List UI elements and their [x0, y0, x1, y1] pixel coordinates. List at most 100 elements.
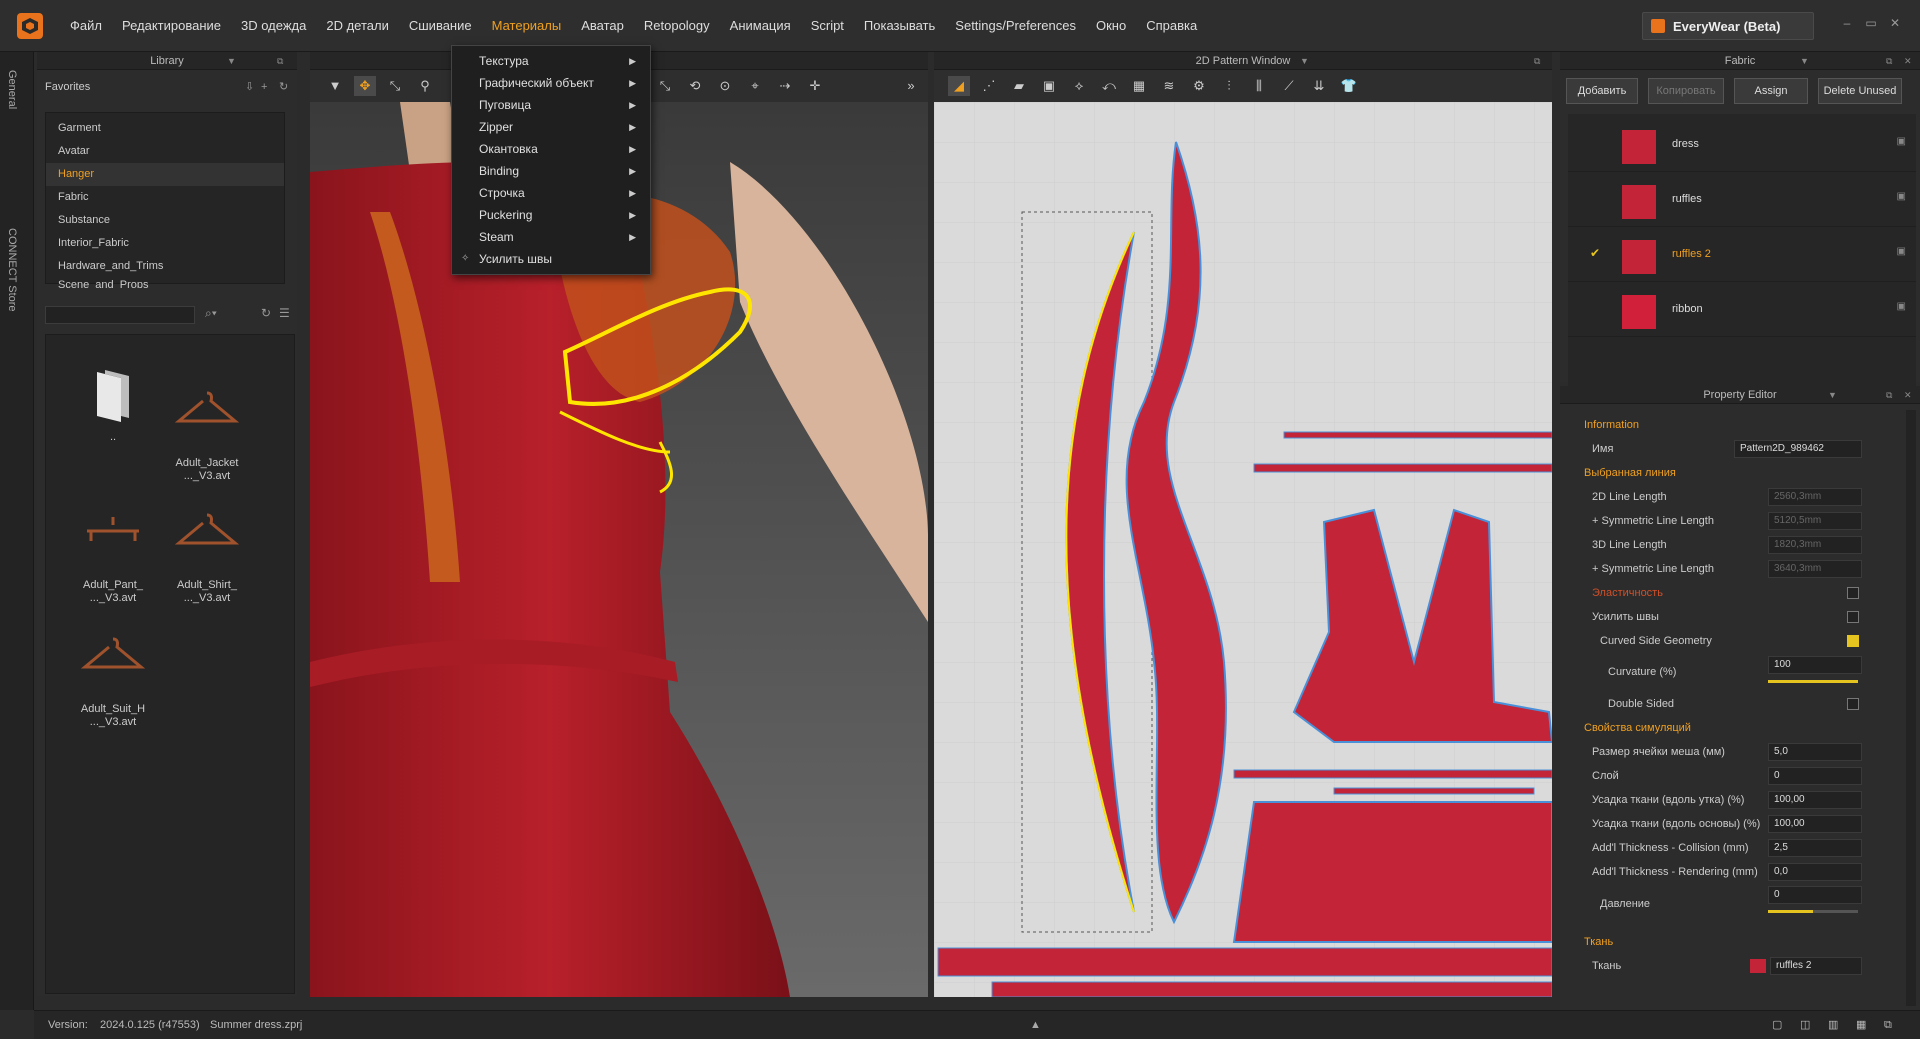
layout-grid-icon[interactable]: ▦ — [1856, 1011, 1866, 1039]
favorite-avatar[interactable]: Avatar — [46, 140, 284, 163]
file-item[interactable]: .. — [68, 365, 158, 444]
curvature-slider[interactable] — [1768, 680, 1858, 683]
tab-general[interactable]: General — [6, 70, 18, 109]
section-information[interactable]: Information — [1560, 413, 1900, 437]
list-view-icon[interactable]: ☰ — [279, 306, 290, 320]
menu-item-button[interactable]: Пуговица ▶ — [452, 94, 650, 116]
undock-icon[interactable]: ⧉ — [277, 52, 283, 70]
tool-icon[interactable]: ⇢ — [774, 76, 796, 96]
tool-icon[interactable]: ⤡ — [654, 76, 676, 96]
transform-tool-icon[interactable]: ⤡ — [384, 76, 406, 96]
file-item[interactable]: Adult_Suit_H ..._V3.avt — [68, 611, 158, 742]
expand-toolbar-icon[interactable]: » — [900, 76, 922, 96]
shrink-warp-field[interactable]: 100,00 — [1768, 815, 1862, 833]
maximize-icon[interactable]: ▭ — [1862, 14, 1880, 32]
menu-display[interactable]: Показывать — [854, 0, 945, 52]
pressure-slider[interactable] — [1768, 910, 1858, 913]
menu-item-steam[interactable]: Steam ▶ — [452, 226, 650, 248]
file-item[interactable]: Adult_Jacket ..._V3.avt — [162, 365, 252, 496]
tool-icon[interactable]: ⟋ — [1278, 76, 1300, 96]
section-selected-line[interactable]: Выбранная линия — [1560, 461, 1900, 485]
menu-edit[interactable]: Редактирование — [112, 0, 231, 52]
add-icon[interactable]: + — [261, 76, 267, 98]
tool-icon[interactable]: ≋ — [1158, 76, 1180, 96]
favorite-garment[interactable]: Garment — [46, 117, 284, 140]
layout-three-icon[interactable]: ▥ — [1828, 1011, 1838, 1039]
2d-pattern-canvas[interactable] — [934, 102, 1552, 997]
layout-single-icon[interactable]: ▢ — [1772, 1011, 1782, 1039]
favorite-interior-fabric[interactable]: Interior_Fabric — [46, 232, 284, 255]
curved-side-checkbox[interactable] — [1847, 635, 1859, 647]
save-icon[interactable]: ▣ — [1897, 246, 1906, 257]
menu-3d-garment[interactable]: 3D одежда — [231, 0, 316, 52]
app-logo-icon[interactable] — [16, 12, 44, 40]
copy-fabric-button[interactable]: Копировать — [1648, 78, 1724, 104]
refresh-icon[interactable]: ↻ — [279, 76, 288, 98]
elasticity-checkbox[interactable] — [1847, 587, 1859, 599]
transform-pattern-icon[interactable]: ◢ — [948, 76, 970, 96]
menu-item-zipper[interactable]: Zipper ▶ — [452, 116, 650, 138]
tool-icon[interactable]: ▦ — [1128, 76, 1150, 96]
mesh-field[interactable]: 5,0 — [1768, 743, 1862, 761]
menu-2d-pattern[interactable]: 2D детали — [316, 0, 399, 52]
favorite-hanger[interactable]: Hanger — [46, 163, 284, 186]
menu-item-graphic[interactable]: Графический объект ▶ — [452, 72, 650, 94]
tool-icon[interactable]: ⚙ — [1188, 76, 1210, 96]
curvature-field[interactable]: 100 — [1768, 656, 1862, 674]
chevron-down-icon[interactable]: ▼ — [227, 52, 236, 70]
fabric-item-ruffles[interactable]: ruffles ▣ — [1568, 173, 1916, 227]
tool-icon[interactable]: ⤺ — [1098, 76, 1120, 96]
menu-animation[interactable]: Анимация — [720, 0, 801, 52]
undock-icon[interactable]: ⧉ — [1886, 52, 1892, 70]
menu-item-reinforce-seams[interactable]: ✧ Усилить швы — [452, 248, 650, 270]
menu-window[interactable]: Окно — [1086, 0, 1136, 52]
expand-up-icon[interactable]: ▲ — [1030, 1011, 1041, 1039]
delete-unused-button[interactable]: Delete Unused — [1818, 78, 1902, 104]
favorite-scene-props[interactable]: Scene_and_Props — [46, 278, 284, 288]
chevron-down-icon[interactable]: ▼ — [1800, 52, 1809, 70]
favorite-substance[interactable]: Substance — [46, 209, 284, 232]
search-icon[interactable]: ⌕▾ — [205, 306, 217, 321]
fabric-item-dress[interactable]: dress ▣ — [1568, 118, 1916, 172]
double-sided-checkbox[interactable] — [1847, 698, 1859, 710]
tool-icon[interactable]: ⌖ — [744, 76, 766, 96]
edit-point-icon[interactable]: ⋰ — [978, 76, 1000, 96]
layout-split-icon[interactable]: ◫ — [1800, 1011, 1810, 1039]
menu-script[interactable]: Script — [801, 0, 854, 52]
layer-field[interactable]: 0 — [1768, 767, 1862, 785]
shirt-icon[interactable]: 👕 — [1338, 76, 1360, 96]
undock-icon[interactable]: ⧉ — [1886, 386, 1892, 404]
save-icon[interactable]: ▣ — [1897, 301, 1906, 312]
save-icon[interactable]: ▣ — [1897, 191, 1906, 202]
download-icon[interactable]: ⇩ — [245, 76, 254, 98]
layout-custom-icon[interactable]: ⧉ — [1884, 1011, 1892, 1039]
tool-icon[interactable]: ⟡ — [1068, 76, 1090, 96]
tab-connect-store[interactable]: CONNECT Store — [6, 228, 18, 312]
tool-icon[interactable]: ⊙ — [714, 76, 736, 96]
save-icon[interactable]: ▣ — [1897, 136, 1906, 147]
menu-item-texture[interactable]: Текстура ▶ — [452, 50, 650, 72]
undock-icon[interactable]: ⧉ — [1534, 52, 1540, 70]
reinforce-checkbox[interactable] — [1847, 611, 1859, 623]
pin-tool-icon[interactable]: ⚲ — [414, 76, 436, 96]
file-item[interactable]: Adult_Pant_ ..._V3.avt — [68, 487, 158, 618]
menu-item-topstitch[interactable]: Строчка ▶ — [452, 182, 650, 204]
fabric-item-ruffles-2[interactable]: ✔ ruffles 2 ▣ — [1568, 228, 1916, 282]
select-tool-icon[interactable]: ▼ — [324, 76, 346, 96]
section-simulation[interactable]: Свойства симуляций — [1560, 716, 1900, 740]
fabric-select[interactable]: ruffles 2 — [1770, 957, 1862, 975]
file-item[interactable]: Adult_Shirt_ ..._V3.avt — [162, 487, 252, 618]
menu-settings[interactable]: Settings/Preferences — [945, 0, 1086, 52]
minimize-icon[interactable]: – — [1838, 14, 1856, 32]
tool-icon[interactable]: ⫼ — [1248, 76, 1270, 96]
add-fabric-button[interactable]: Добавить — [1566, 78, 1638, 104]
polygon-icon[interactable]: ▰ — [1008, 76, 1030, 96]
menu-item-binding[interactable]: Binding ▶ — [452, 160, 650, 182]
favorite-fabric[interactable]: Fabric — [46, 186, 284, 209]
move-tool-icon[interactable]: ✥ — [354, 76, 376, 96]
thickness-rendering-field[interactable]: 0,0 — [1768, 863, 1862, 881]
refresh-icon[interactable]: ↻ — [261, 306, 271, 320]
fabric-item-ribbon[interactable]: ribbon ▣ — [1568, 283, 1916, 337]
rectangle-icon[interactable]: ▣ — [1038, 76, 1060, 96]
tool-icon[interactable]: ⟲ — [684, 76, 706, 96]
